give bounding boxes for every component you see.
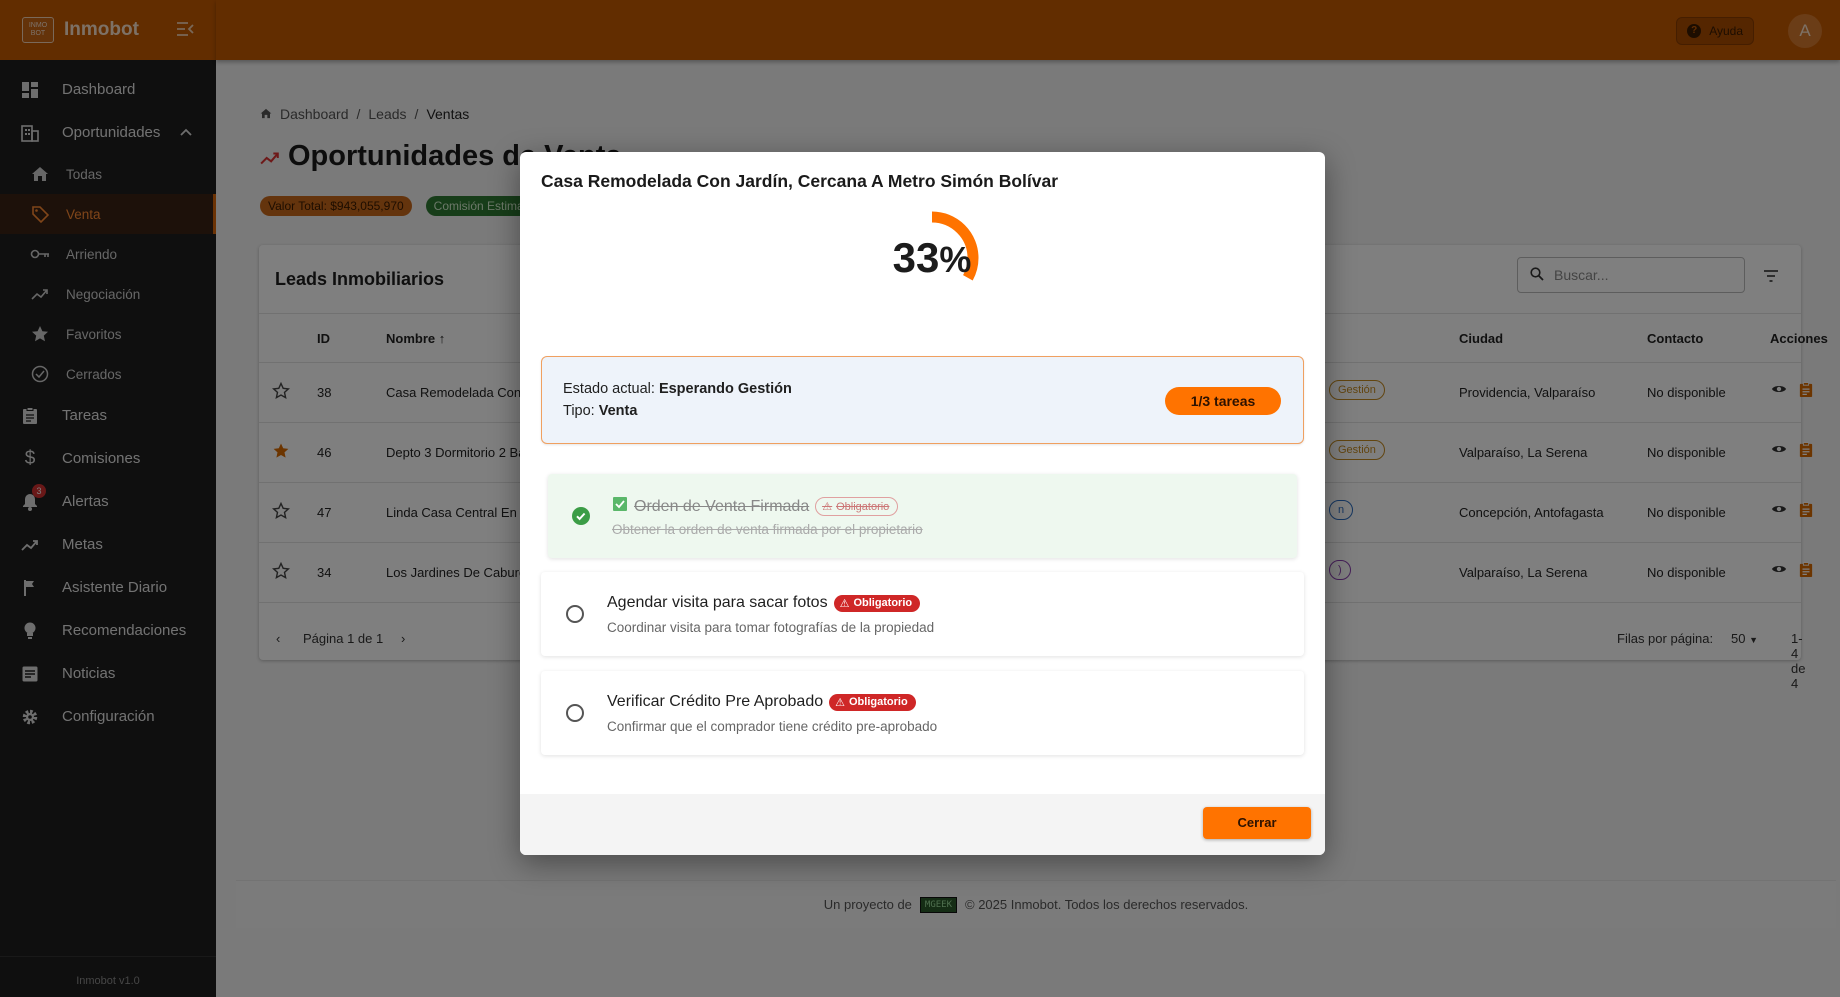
task-title-text: Orden de Venta Firmada (634, 497, 810, 515)
warning-icon: ⚠ (839, 597, 850, 610)
mandatory-badge-label: Obligatorio (849, 696, 908, 708)
tipo-value: Venta (598, 403, 638, 419)
task-radio[interactable] (566, 704, 584, 722)
tipo-label: Tipo: (563, 403, 595, 419)
mandatory-badge: ⚠ Obligatorio (833, 594, 921, 612)
checkbox-icon (612, 496, 628, 517)
task-title-text: Verificar Crédito Pre Aprobado (607, 693, 824, 710)
task-item-orden-venta[interactable]: Orden de Venta Firmada ⚠ Obligatorio Obte… (548, 474, 1297, 558)
task-description: Coordinar visita para tomar fotografías … (607, 620, 935, 635)
progress-value: 33 (892, 234, 940, 281)
status-summary: Estado actual: Esperando Gestión Tipo: V… (541, 356, 1304, 444)
mandatory-badge: ⚠ Obligatorio (829, 693, 916, 711)
task-description: Confirmar que el comprador tiene crédito… (607, 719, 938, 734)
mandatory-badge: ⚠ Obligatorio (815, 497, 899, 516)
task-description: Obtener la orden de venta firmada por el… (612, 522, 923, 537)
progress-ring: 33% (882, 208, 982, 308)
mandatory-badge-label: Obligatorio (853, 597, 913, 609)
task-radio[interactable] (566, 605, 584, 623)
progress-symbol: % (939, 239, 972, 280)
close-button[interactable]: Cerrar (1203, 807, 1311, 839)
task-title: Orden de Venta Firmada ⚠ Obligatorio (612, 496, 899, 517)
mandatory-badge-label: Obligatorio (836, 500, 890, 513)
estado-line: Estado actual: Esperando Gestión (563, 381, 792, 397)
estado-label: Estado actual: (563, 381, 655, 397)
check-circle-icon[interactable] (572, 507, 590, 525)
warning-icon: ⚠ (822, 501, 833, 513)
dialog-footer: Cerrar (520, 794, 1325, 855)
task-item-verificar-credito[interactable]: Verificar Crédito Pre Aprobado ⚠ Obligato… (541, 671, 1304, 755)
task-count-badge: 1/3 tareas (1165, 387, 1281, 415)
progress-percentage: 33% (882, 208, 982, 308)
task-progress-dialog: Casa Remodelada Con Jardín, Cercana A Me… (520, 152, 1325, 855)
tipo-line: Tipo: Venta (563, 403, 637, 419)
warning-icon: ⚠ (835, 696, 845, 709)
task-title: Agendar visita para sacar fotos ⚠ Obligat… (607, 594, 921, 612)
task-title-text: Agendar visita para sacar fotos (607, 594, 828, 611)
task-item-agendar-visita[interactable]: Agendar visita para sacar fotos ⚠ Obligat… (541, 572, 1304, 656)
estado-value: Esperando Gestión (658, 381, 792, 397)
dialog-title: Casa Remodelada Con Jardín, Cercana A Me… (541, 171, 1059, 191)
task-title: Verificar Crédito Pre Aprobado ⚠ Obligato… (607, 693, 916, 711)
